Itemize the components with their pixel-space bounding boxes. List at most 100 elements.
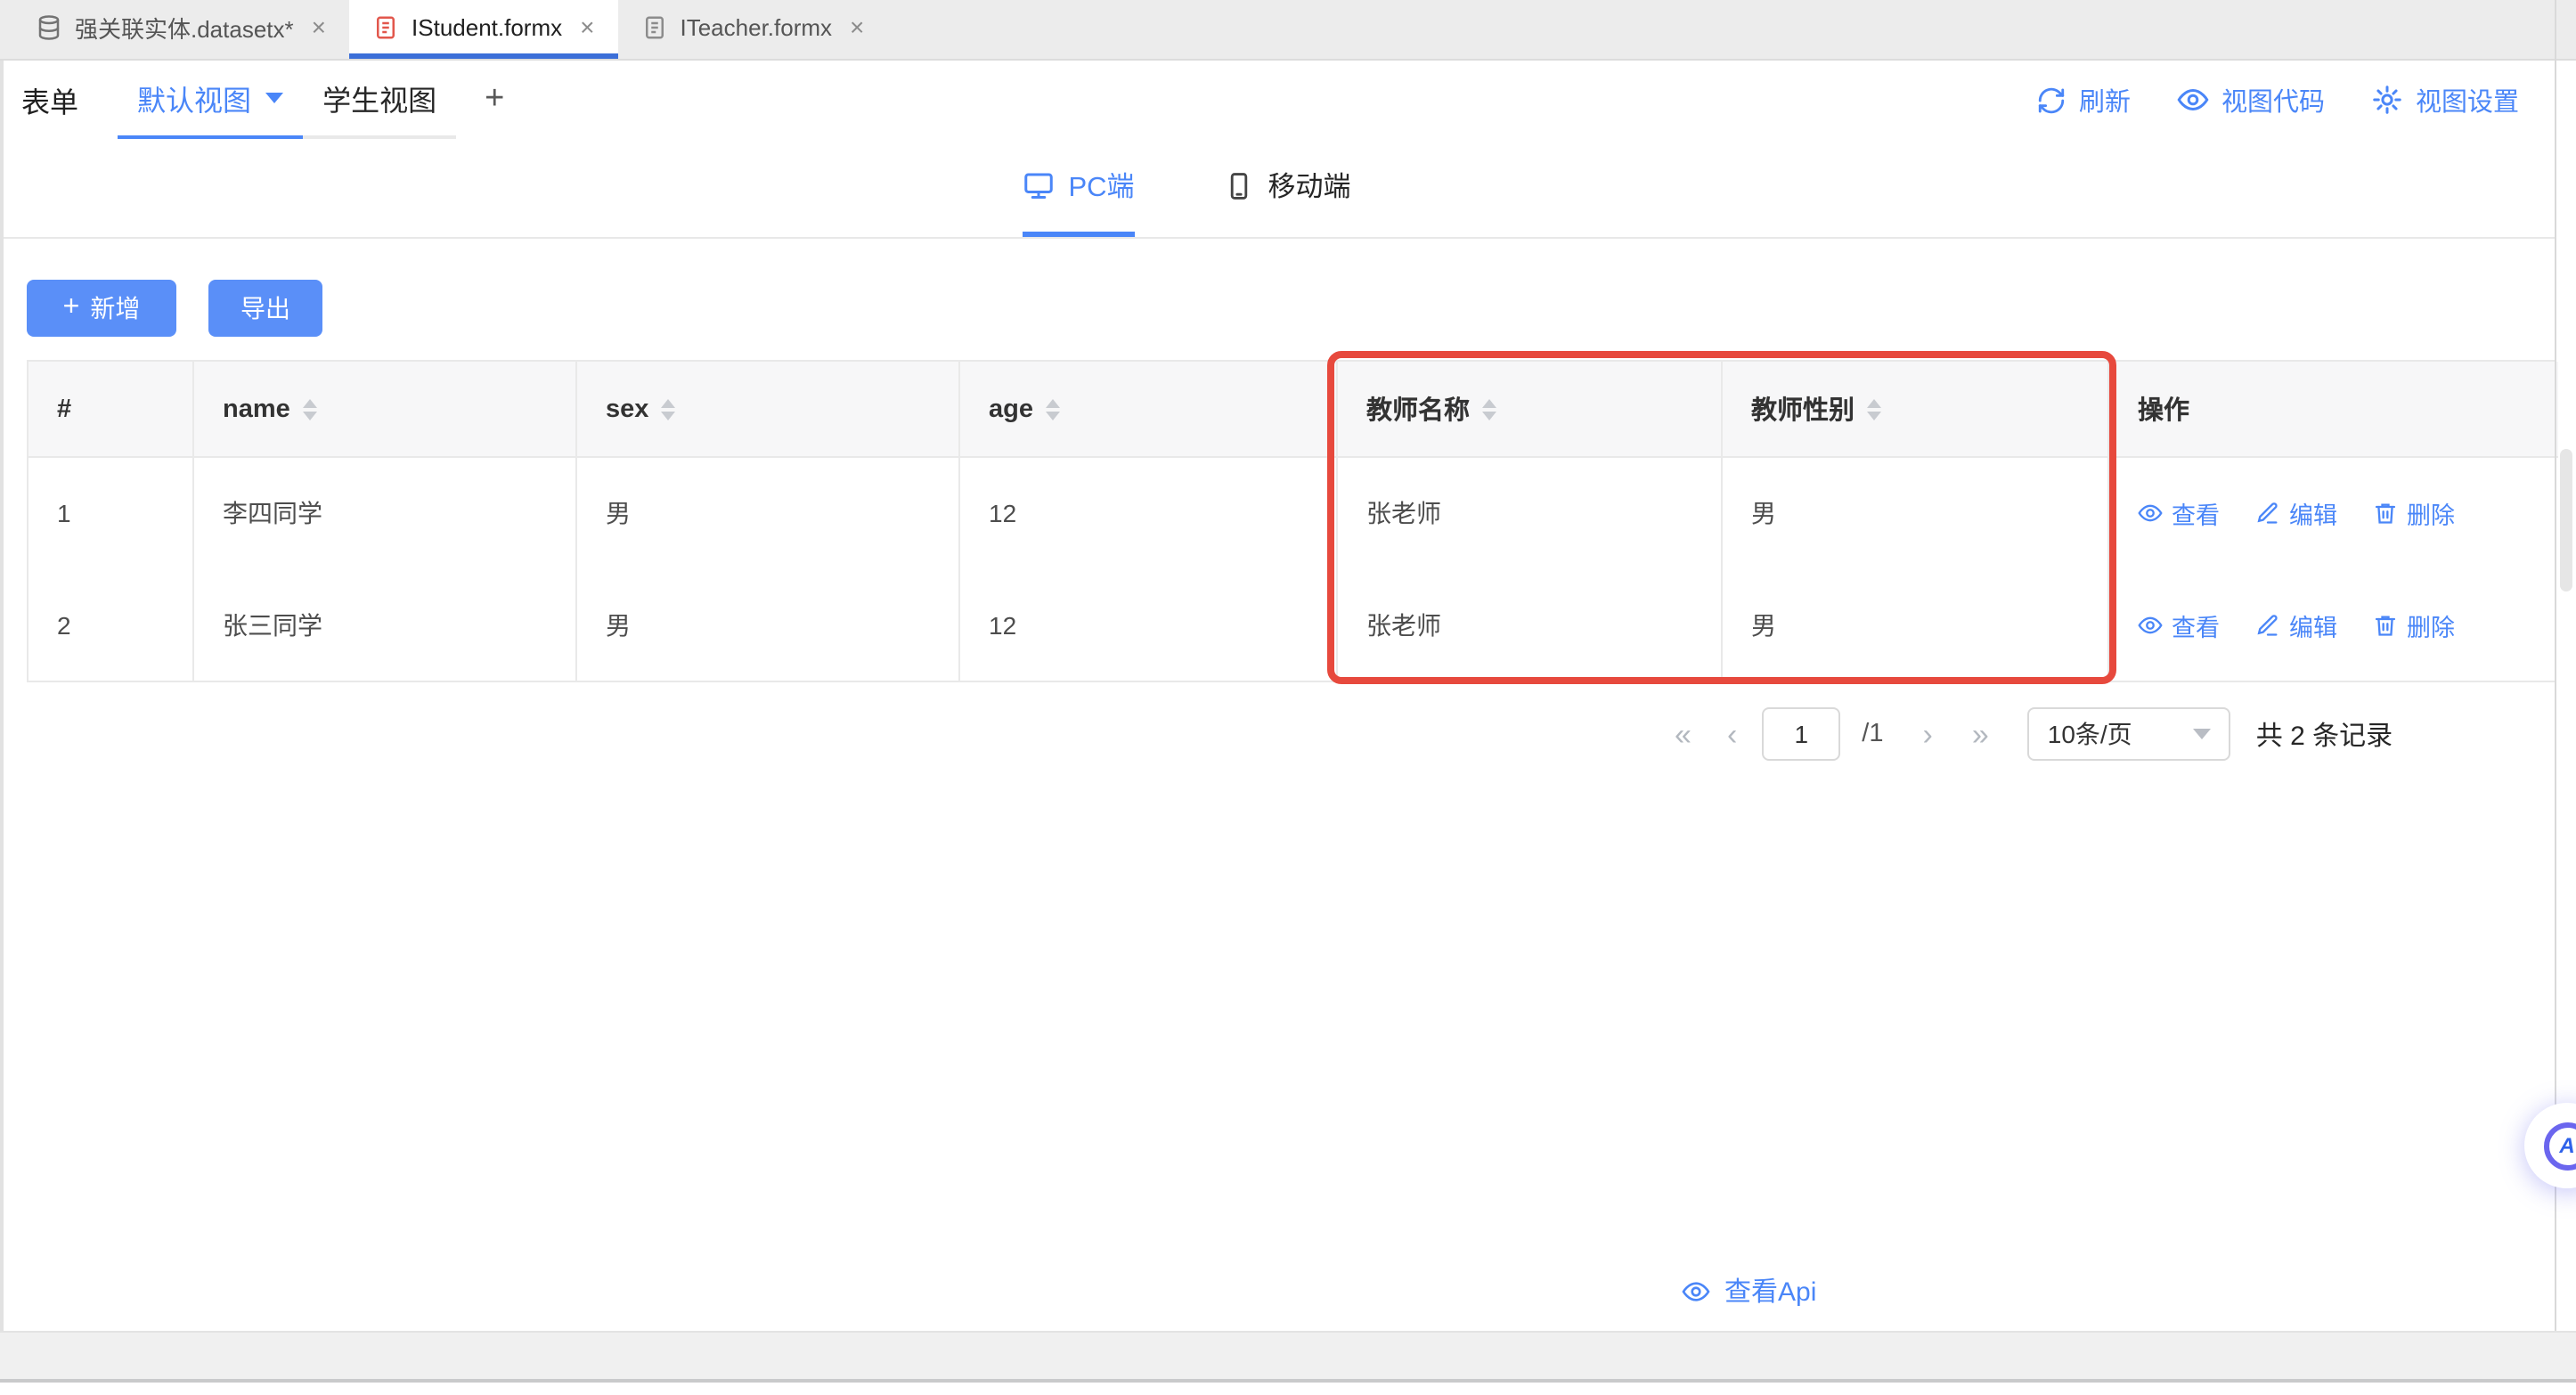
delete-row-button[interactable]: 删除: [2373, 607, 2455, 642]
tab-mobile[interactable]: 移动端: [1224, 139, 1351, 237]
column-header-operations: 操作: [2109, 362, 2558, 458]
column-header-index: #: [29, 362, 194, 458]
add-label: 新增: [90, 290, 140, 326]
scrollbar-thumb[interactable]: [2560, 449, 2572, 591]
refresh-icon: [2036, 85, 2067, 115]
table-cell: 男: [1723, 458, 2109, 568]
add-button[interactable]: + 新增: [27, 280, 176, 337]
window-tab-iteacher[interactable]: ITeacher.formx ×: [618, 0, 888, 59]
window-tab-istudent[interactable]: IStudent.formx ×: [349, 0, 617, 59]
close-icon[interactable]: ×: [850, 14, 864, 39]
delete-row-button[interactable]: 删除: [2373, 495, 2455, 531]
view-tab-student[interactable]: 学生视图: [303, 61, 456, 139]
next-page-button[interactable]: ›: [1922, 719, 1932, 749]
window-tab-label: ITeacher.formx: [681, 13, 833, 40]
pagination: « ‹ /1 › » 10条/页 共 2 条记录: [1675, 706, 2393, 763]
view-settings-button[interactable]: 视图设置: [2371, 81, 2519, 118]
view-tabs: 默认视图 学生视图: [118, 61, 456, 139]
view-api-label: 查看Api: [1724, 1272, 1816, 1309]
prev-page-button[interactable]: ‹: [1727, 719, 1737, 749]
window-tab-label: IStudent.formx: [412, 13, 562, 40]
view-code-button[interactable]: 视图代码: [2177, 81, 2325, 118]
sort-icon[interactable]: [661, 398, 675, 420]
plus-icon: +: [63, 294, 80, 322]
last-page-button[interactable]: »: [1972, 719, 1989, 749]
tab-pc-label: PC端: [1068, 166, 1134, 205]
mobile-icon: [1224, 170, 1254, 200]
page-count-label: /1: [1862, 720, 1883, 748]
chevron-down-icon: [265, 93, 283, 103]
table-row-operations: 查看 编辑 删除: [2109, 458, 2558, 568]
assistant-logo-icon: A: [2543, 1122, 2576, 1170]
delete-icon: [2373, 612, 2398, 637]
monitor-icon: [1022, 169, 1054, 201]
table-cell: 2: [29, 568, 194, 681]
delete-icon: [2373, 501, 2398, 526]
column-header-sex: sex: [577, 362, 960, 458]
edit-icon: [2255, 501, 2280, 526]
view-settings-label: 视图设置: [2416, 81, 2519, 118]
window-tab-dataset[interactable]: 强关联实体.datasetx* ×: [12, 0, 349, 59]
sort-icon[interactable]: [1867, 398, 1881, 420]
eye-icon: [1682, 1277, 1710, 1305]
column-header-age: age: [960, 362, 1338, 458]
first-page-button[interactable]: «: [1675, 719, 1692, 749]
sort-icon[interactable]: [303, 398, 317, 420]
table-cell: 12: [960, 458, 1338, 568]
view-tab-default[interactable]: 默认视图: [118, 61, 303, 139]
table-cell: 李四同学: [194, 458, 577, 568]
total-records-label: 共 2 条记录: [2256, 715, 2393, 753]
view-api-link[interactable]: 查看Api: [1682, 1272, 1816, 1309]
view-row-button[interactable]: 查看: [2138, 607, 2220, 642]
close-icon[interactable]: ×: [580, 14, 594, 39]
edit-row-button[interactable]: 编辑: [2255, 495, 2337, 531]
column-header-teacher-sex: 教师性别: [1723, 362, 2109, 458]
sort-icon[interactable]: [1482, 398, 1496, 420]
form-icon: [372, 13, 399, 40]
form-label: 表单: [21, 61, 78, 139]
view-actions: 刷新 视图代码 视图设置: [2036, 61, 2519, 139]
refresh-button[interactable]: 刷新: [2036, 81, 2131, 118]
app-window: 强关联实体.datasetx* × IStudent.formx × ITeac…: [0, 0, 2576, 1395]
close-icon[interactable]: ×: [312, 14, 326, 39]
eye-icon: [2177, 84, 2209, 116]
eye-icon: [2138, 612, 2163, 637]
edit-icon: [2255, 612, 2280, 637]
table-cell: 张老师: [1338, 568, 1723, 681]
table-cell: 1: [29, 458, 194, 568]
table-row-operations: 查看 编辑 删除: [2109, 568, 2558, 681]
database-icon: [36, 13, 62, 40]
panel-divider: [0, 61, 4, 1331]
table-cell: 男: [1723, 568, 2109, 681]
table-cell: 张老师: [1338, 458, 1723, 568]
table-cell: 男: [577, 458, 960, 568]
device-tabbar: PC端 移动端: [0, 139, 2555, 239]
view-code-label: 视图代码: [2221, 81, 2325, 118]
sort-icon[interactable]: [1046, 398, 1060, 420]
view-tab-label: 默认视图: [137, 77, 251, 119]
window-tabbar: 强关联实体.datasetx* × IStudent.formx × ITeac…: [0, 0, 2576, 61]
refresh-label: 刷新: [2079, 81, 2131, 118]
column-header-name: name: [194, 362, 577, 458]
table-cell: 张三同学: [194, 568, 577, 681]
export-label: 导出: [240, 290, 290, 326]
view-row-button[interactable]: 查看: [2138, 495, 2220, 531]
form-icon: [641, 13, 668, 40]
data-table: # name sex age 教师名称 教师性别 操作 1 李四同学 男 12 …: [27, 360, 2556, 682]
export-button[interactable]: 导出: [208, 280, 322, 337]
page-size-value: 10条/页: [2048, 716, 2132, 752]
gear-icon: [2371, 84, 2403, 116]
assistant-button[interactable]: A: [2524, 1103, 2576, 1188]
column-header-teacher-name: 教师名称: [1338, 362, 1723, 458]
window-tab-label: 强关联实体.datasetx*: [75, 10, 294, 44]
edit-row-button[interactable]: 编辑: [2255, 607, 2337, 642]
tab-pc[interactable]: PC端: [1022, 139, 1134, 237]
page-size-select[interactable]: 10条/页: [2028, 707, 2231, 761]
page-number-input[interactable]: [1762, 707, 1840, 761]
eye-icon: [2138, 501, 2163, 526]
tab-mobile-label: 移动端: [1268, 166, 1351, 205]
chevron-down-icon: [2194, 729, 2212, 739]
table-cell: 男: [577, 568, 960, 681]
add-view-button[interactable]: +: [485, 61, 504, 139]
view-toolbar: 表单 默认视图 学生视图 + 刷新: [0, 61, 2555, 139]
